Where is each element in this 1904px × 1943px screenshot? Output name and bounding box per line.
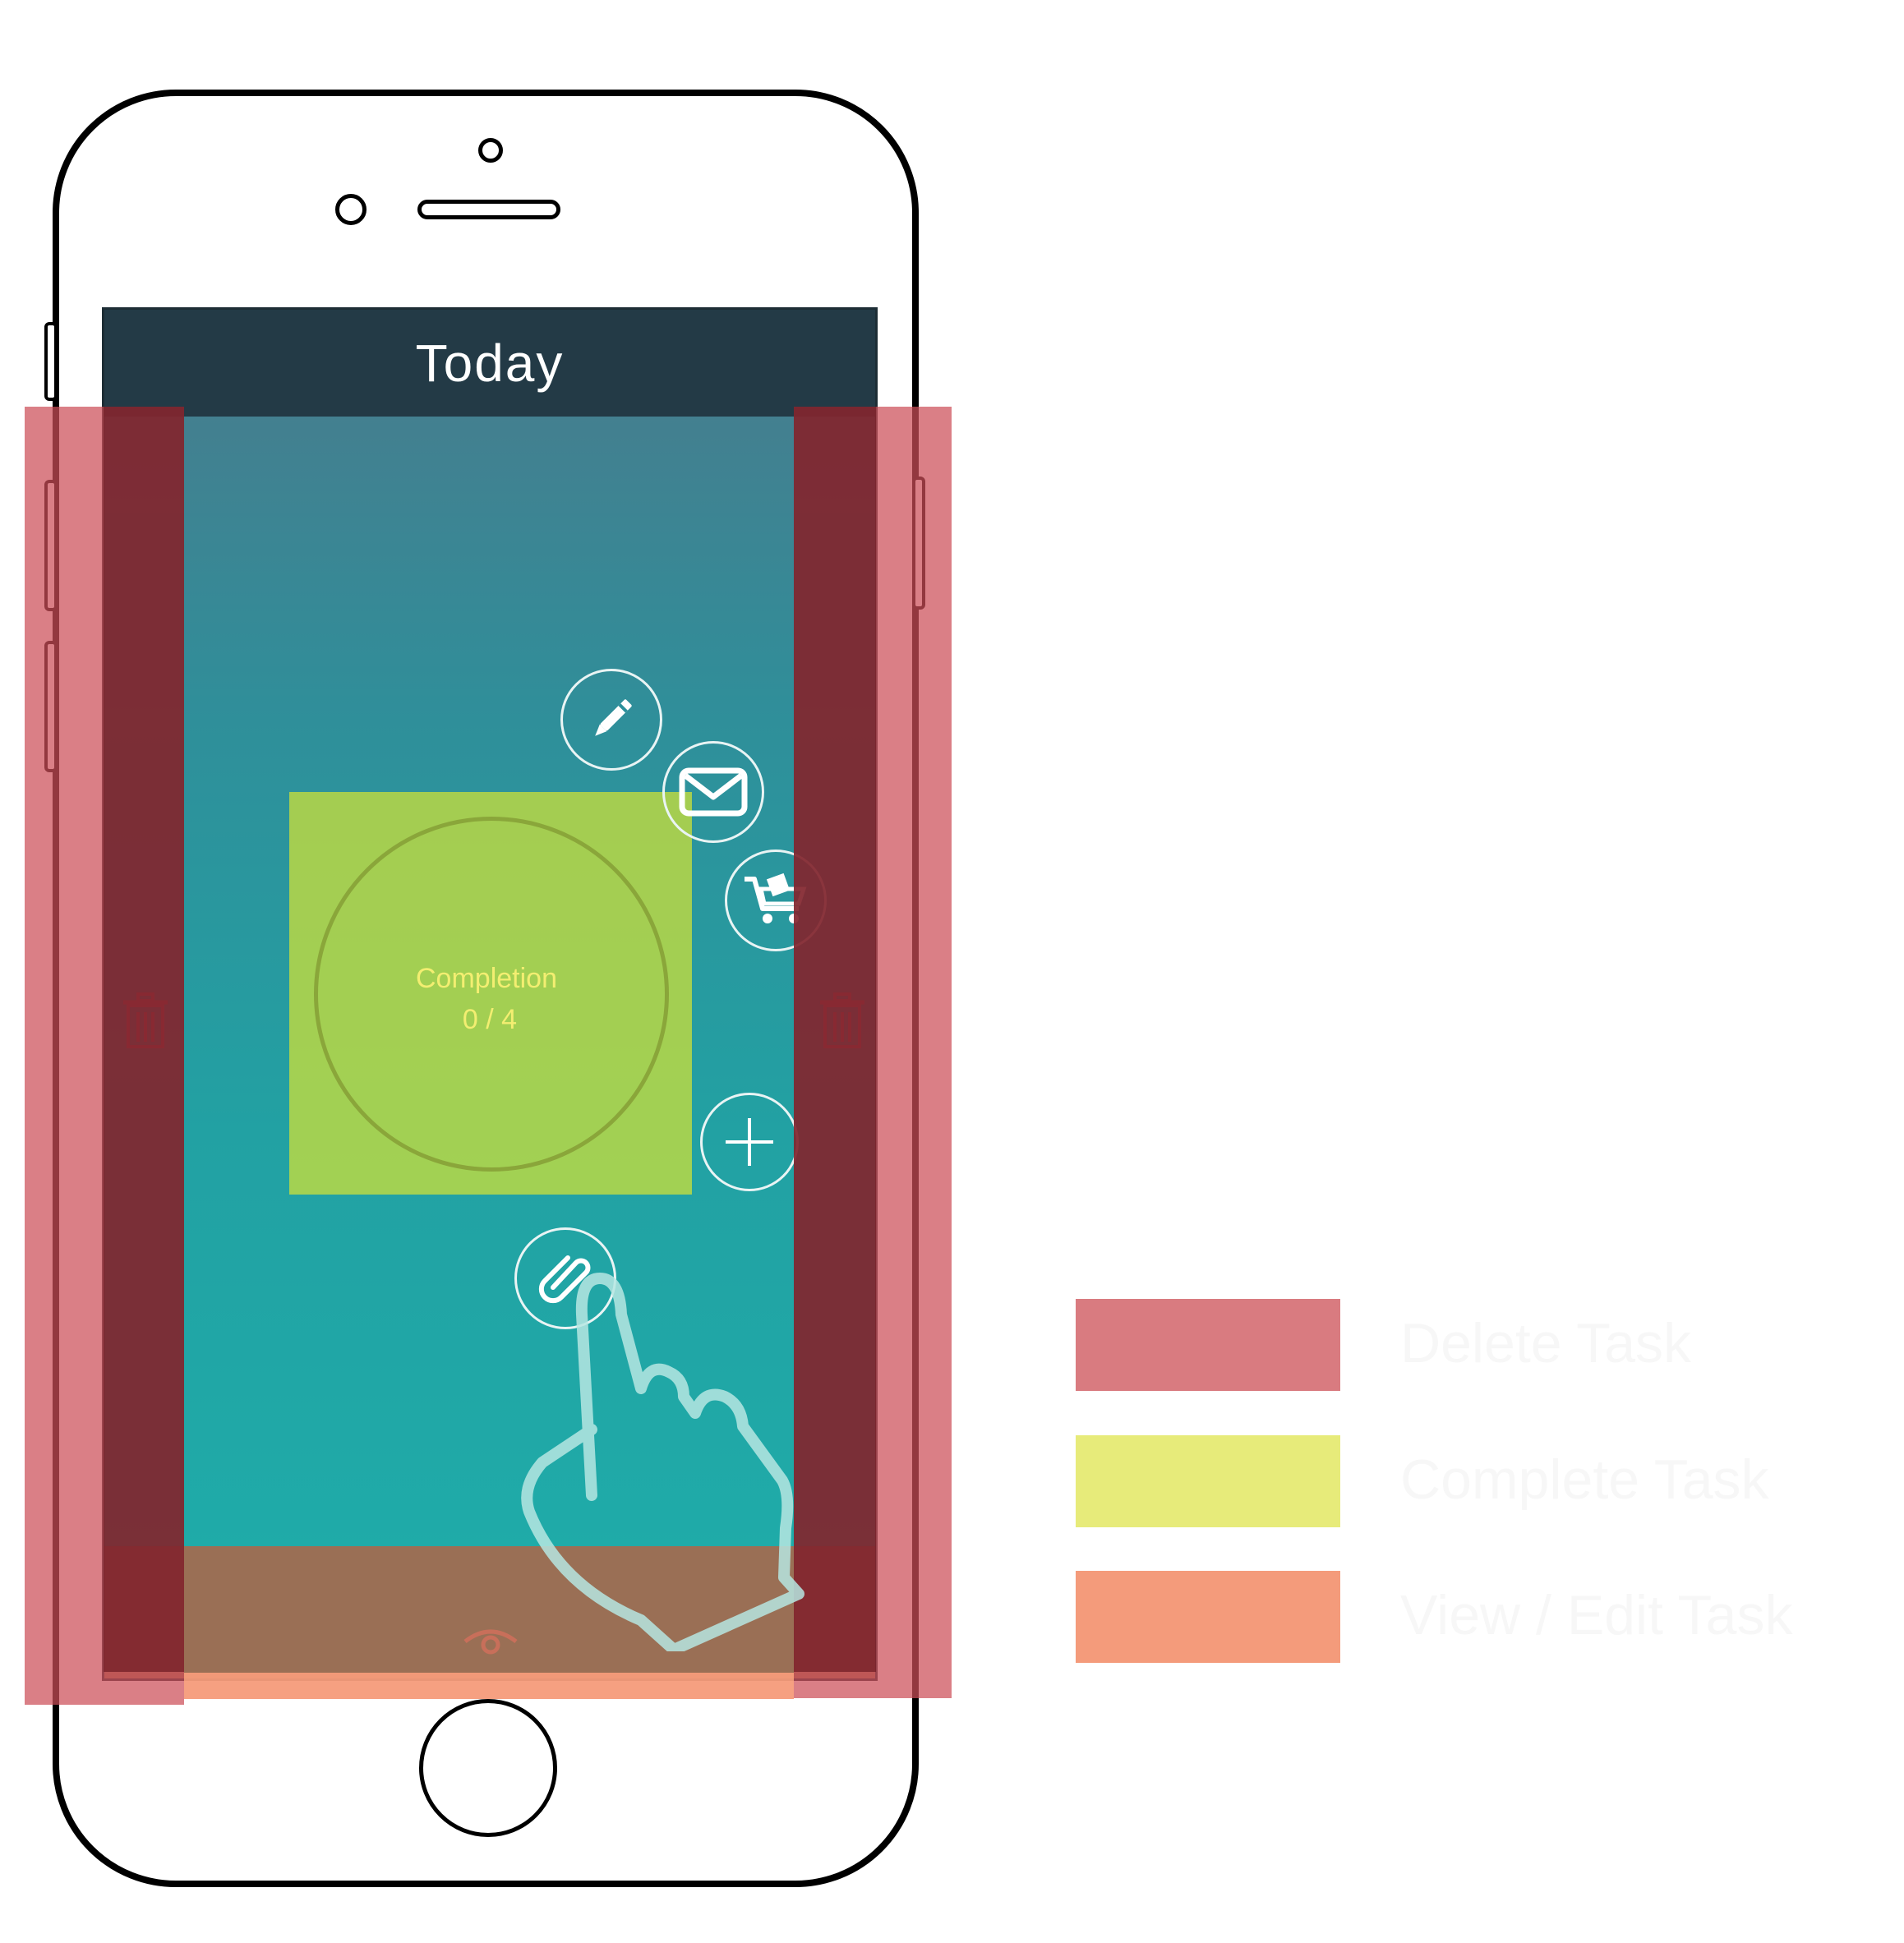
page-title: Today	[415, 334, 565, 393]
legend-label-complete: Complete Task	[1400, 1448, 1769, 1511]
legend-swatch-delete	[1076, 1299, 1340, 1391]
front-camera	[478, 138, 503, 163]
legend-label-delete: Delete Task	[1400, 1312, 1692, 1374]
hand-pointer-icon	[521, 1273, 804, 1651]
pen-icon	[595, 699, 632, 736]
legend-swatch-view	[1076, 1571, 1340, 1663]
edit-task-button[interactable]	[560, 669, 662, 771]
mute-switch	[44, 322, 58, 401]
add-task-button[interactable]	[700, 1093, 799, 1191]
envelope-icon	[679, 767, 748, 817]
completion-count: 0 / 4	[462, 1004, 518, 1035]
plus-icon	[726, 1118, 773, 1166]
completion-label: Completion	[416, 963, 557, 994]
delete-zone-left-dark	[104, 407, 184, 1672]
legend-label-view: View / Edit Task	[1400, 1584, 1793, 1646]
view-edit-task-zone[interactable]	[184, 1673, 794, 1699]
home-button[interactable]	[419, 1699, 557, 1837]
sensor-dot	[335, 194, 367, 225]
earpiece-speaker	[417, 200, 560, 219]
email-task-button[interactable]	[662, 741, 764, 843]
legend-swatch-complete	[1076, 1435, 1340, 1527]
nav-bar: Today	[104, 310, 875, 417]
